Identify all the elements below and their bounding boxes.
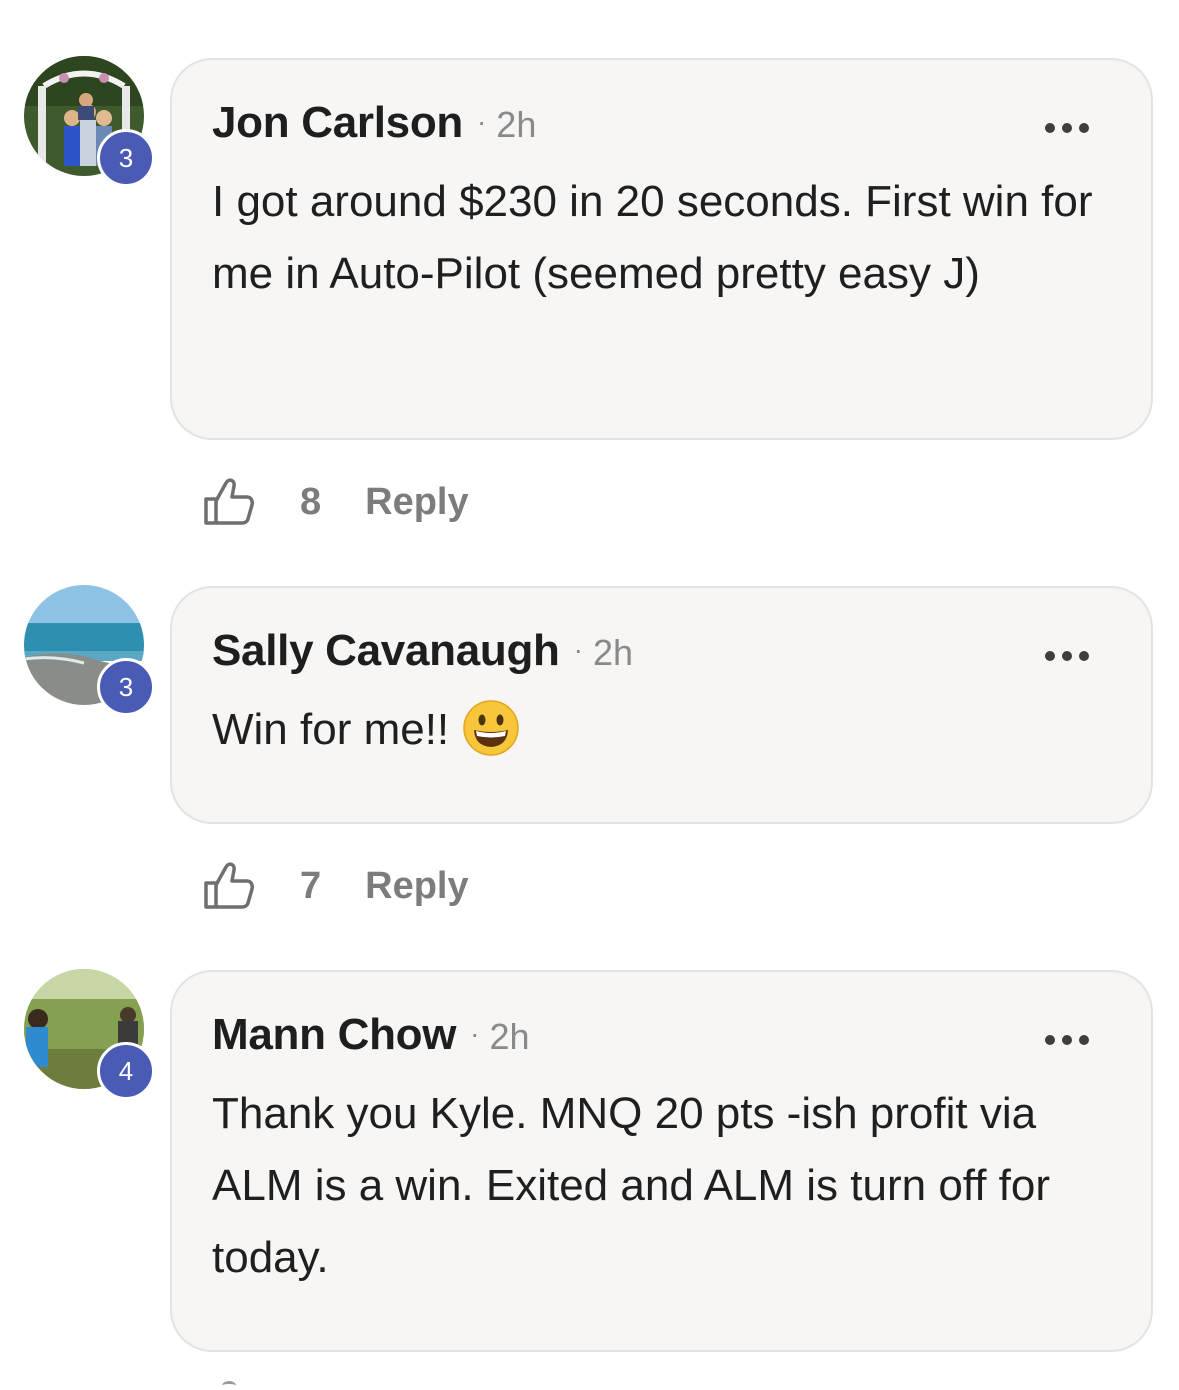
comment-text-row: Win for me!! bbox=[212, 694, 1111, 766]
comment-bubble: Mann Chow · 2h Thank you Kyle. MNQ 20 pt… bbox=[170, 970, 1153, 1352]
like-count: 8 bbox=[300, 480, 322, 523]
more-options-icon[interactable] bbox=[1045, 650, 1089, 662]
comment-bubble: Jon Carlson · 2h I got around $230 in 20… bbox=[170, 58, 1153, 440]
thumbs-up-icon[interactable] bbox=[202, 859, 256, 913]
avatar[interactable]: 3 bbox=[24, 56, 155, 187]
avatar[interactable]: 4 bbox=[24, 969, 155, 1100]
level-badge: 3 bbox=[97, 658, 155, 716]
level-badge: 4 bbox=[97, 1042, 155, 1100]
separator-dot: · bbox=[476, 106, 487, 137]
comment-bubble: Sally Cavanaugh · 2h Win for me!! bbox=[170, 586, 1153, 824]
comment-header: Mann Chow · 2h bbox=[212, 1010, 1111, 1074]
like-count: 7 bbox=[300, 864, 322, 907]
separator-dot: · bbox=[573, 634, 583, 665]
level-badge: 3 bbox=[97, 129, 155, 187]
comment-text: Thank you Kyle. MNQ 20 pts -ish profit v… bbox=[212, 1089, 1051, 1282]
next-action-icon-partial bbox=[222, 1381, 236, 1390]
more-options-icon[interactable] bbox=[1045, 122, 1089, 134]
comment-header: Sally Cavanaugh · 2h bbox=[212, 626, 1111, 690]
timestamp: 2h bbox=[592, 632, 634, 673]
thumbs-up-icon[interactable] bbox=[202, 475, 256, 529]
author-name[interactable]: Mann Chow bbox=[212, 1010, 456, 1060]
comment-actions: 7 Reply bbox=[202, 856, 469, 916]
timestamp: 2h bbox=[489, 1016, 530, 1057]
author-name[interactable]: Jon Carlson bbox=[212, 98, 463, 148]
comment-actions: 8 Reply bbox=[202, 472, 469, 532]
grinning-face-emoji bbox=[463, 700, 519, 757]
comment-header: Jon Carlson · 2h bbox=[212, 98, 1111, 162]
reply-button[interactable]: Reply bbox=[365, 481, 468, 524]
separator-dot: · bbox=[470, 1018, 480, 1049]
more-options-icon[interactable] bbox=[1045, 1034, 1089, 1046]
timestamp: 2h bbox=[496, 104, 537, 145]
avatar[interactable]: 3 bbox=[24, 585, 155, 716]
comment-text: Win for me!! bbox=[212, 705, 450, 754]
author-name[interactable]: Sally Cavanaugh bbox=[212, 626, 560, 676]
comment-text: I got around $230 in 20 seconds. First w… bbox=[212, 177, 1093, 298]
reply-button[interactable]: Reply bbox=[365, 865, 468, 908]
